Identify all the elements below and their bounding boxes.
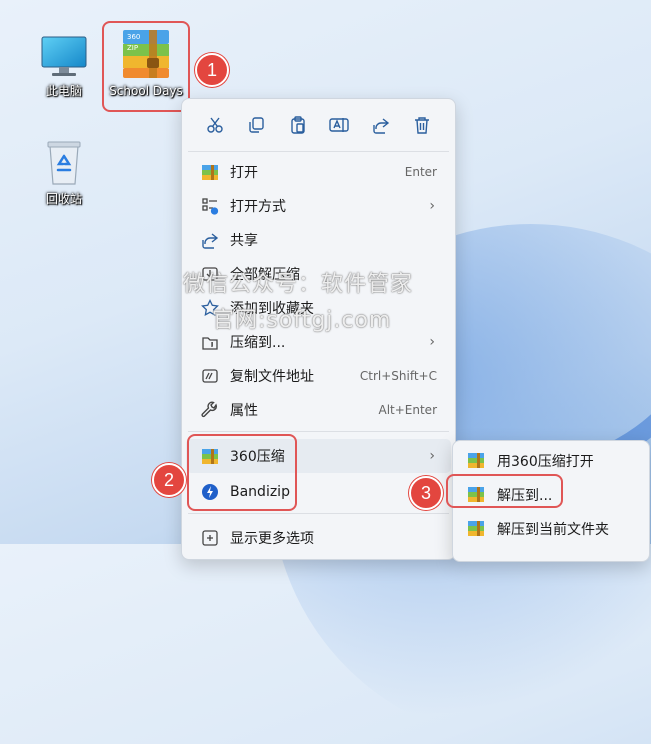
menu-item-copy-path[interactable]: 复制文件地址 Ctrl+Shift+C xyxy=(186,359,451,393)
submenu-item-open-with-360[interactable]: 用360压缩打开 xyxy=(457,444,645,478)
star-icon xyxy=(200,298,220,318)
menu-separator xyxy=(188,513,449,514)
menu-item-share[interactable]: 共享 xyxy=(186,223,451,257)
menu-item-show-more[interactable]: 显示更多选项 xyxy=(186,521,451,555)
desktop-icon-label: School Days xyxy=(109,84,183,98)
menu-item-shortcut: Alt+Enter xyxy=(378,403,437,417)
menu-item-label: 添加到收藏夹 xyxy=(230,301,314,317)
menu-item-properties[interactable]: 属性 Alt+Enter xyxy=(186,393,451,427)
menu-item-label: 复制文件地址 xyxy=(230,369,314,385)
menu-separator xyxy=(188,431,449,432)
compress-icon xyxy=(200,332,220,352)
360zip-archive-icon: 360 ZIP xyxy=(119,28,173,80)
360zip-icon xyxy=(467,451,487,471)
chevron-right-icon: › xyxy=(429,448,435,464)
extract-all-icon xyxy=(200,264,220,284)
highlight-360zip-bandizip xyxy=(187,434,297,511)
desktop-icon-label: 回收站 xyxy=(45,192,82,206)
chevron-right-icon: › xyxy=(429,334,435,350)
zip-icon-text-360: 360 xyxy=(127,33,140,41)
menu-item-extract-all[interactable]: 全部解压缩 xyxy=(186,257,451,291)
menu-item-label: 全部解压缩 xyxy=(230,267,300,283)
menu-item-open-with[interactable]: 打开方式 › xyxy=(186,189,451,223)
submenu-item-label: 解压到当前文件夹 xyxy=(497,522,609,538)
desktop-icon-school-days[interactable]: 360 ZIP School Days xyxy=(103,28,189,98)
menu-item-add-favorites[interactable]: 添加到收藏夹 xyxy=(186,291,451,325)
step-badge-1: 1 xyxy=(195,53,229,87)
show-more-icon xyxy=(200,528,220,548)
monitor-icon xyxy=(41,36,87,78)
open-with-icon xyxy=(200,196,220,216)
share-icon xyxy=(200,230,220,250)
step-badge-3: 3 xyxy=(409,476,443,510)
desktop-icon-this-pc[interactable]: 此电脑 xyxy=(21,36,107,99)
menu-item-label: 共享 xyxy=(230,233,258,249)
share-icon[interactable] xyxy=(367,111,395,139)
menu-item-compress-to[interactable]: 压缩到... › xyxy=(186,325,451,359)
submenu-item-label: 用360压缩打开 xyxy=(497,454,594,470)
menu-item-label: 打开 xyxy=(230,165,258,181)
copy-path-icon xyxy=(200,366,220,386)
360zip-icon xyxy=(467,519,487,539)
context-menu-toolbar xyxy=(182,99,455,151)
rename-icon[interactable] xyxy=(325,111,353,139)
menu-item-shortcut: Ctrl+Shift+C xyxy=(359,369,437,383)
recycle-bin-icon xyxy=(44,138,84,186)
menu-item-label: 打开方式 xyxy=(230,199,286,215)
chevron-right-icon: › xyxy=(429,198,435,214)
menu-item-label: 属性 xyxy=(230,403,258,419)
menu-item-open[interactable]: 打开 Enter xyxy=(186,155,451,189)
desktop-icon-recycle-bin[interactable]: 回收站 xyxy=(21,138,107,207)
zip-icon-text-zip: ZIP xyxy=(127,44,138,52)
desktop-icon-label: 此电脑 xyxy=(45,84,82,98)
highlight-extract-to xyxy=(446,474,563,508)
submenu-item-extract-here[interactable]: 解压到当前文件夹 xyxy=(457,512,645,546)
cut-icon[interactable] xyxy=(201,111,229,139)
step-badge-2: 2 xyxy=(152,463,186,497)
copy-icon[interactable] xyxy=(242,111,270,139)
menu-item-label: 显示更多选项 xyxy=(230,531,314,547)
folder-zip-icon xyxy=(200,162,220,182)
menu-item-shortcut: Enter xyxy=(404,165,437,179)
paste-icon[interactable] xyxy=(284,111,312,139)
wrench-icon xyxy=(200,400,220,420)
menu-separator xyxy=(188,151,449,152)
menu-item-label: 压缩到... xyxy=(230,335,286,351)
delete-icon[interactable] xyxy=(408,111,436,139)
